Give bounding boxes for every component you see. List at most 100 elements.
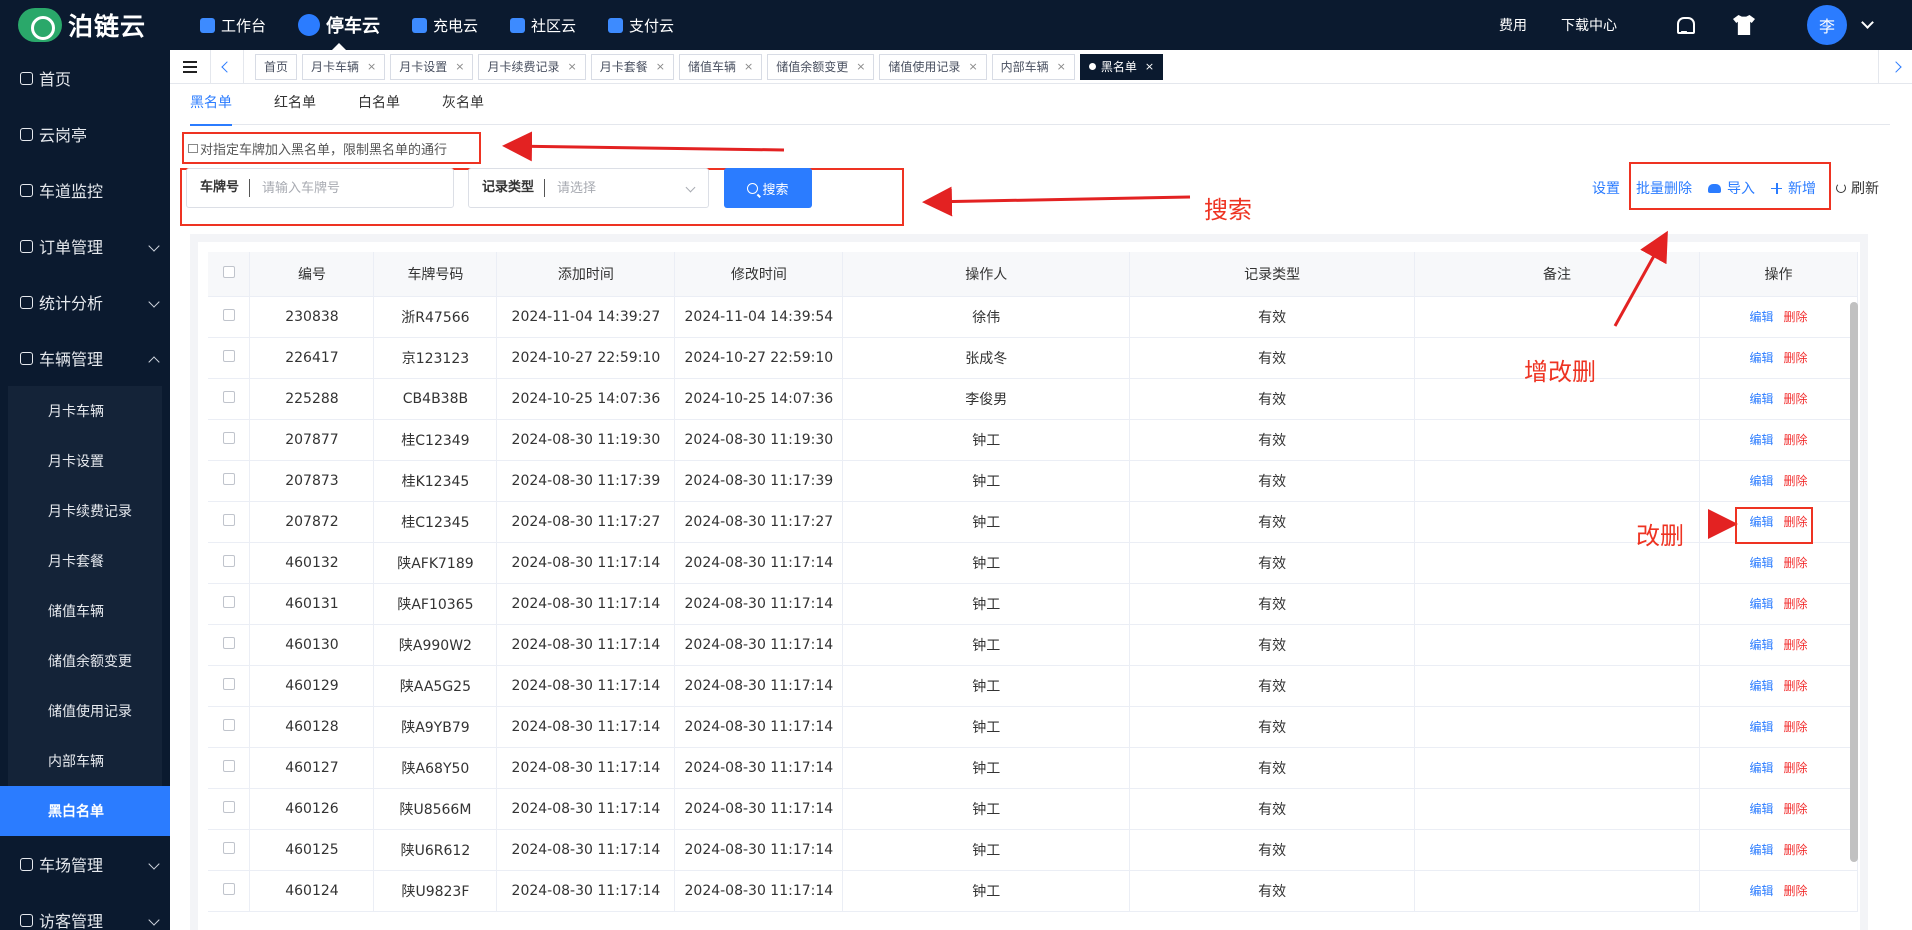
delete-button[interactable]: 删除 bbox=[1784, 392, 1808, 406]
edit-button[interactable]: 编辑 bbox=[1749, 720, 1773, 734]
tab-balance-changes[interactable]: 储值余额变更 × bbox=[767, 53, 875, 80]
delete-button[interactable]: 删除 bbox=[1784, 761, 1808, 775]
edit-button[interactable]: 编辑 bbox=[1749, 843, 1773, 857]
row-checkbox[interactable] bbox=[222, 390, 235, 403]
theme-shirt-icon[interactable] bbox=[1733, 15, 1755, 35]
row-checkbox[interactable] bbox=[222, 636, 235, 649]
menu-toggle-icon[interactable] bbox=[170, 50, 210, 84]
close-icon[interactable]: × bbox=[968, 60, 977, 73]
delete-button[interactable]: 删除 bbox=[1784, 843, 1808, 857]
topnav-community-cloud[interactable]: 社区云 bbox=[494, 0, 592, 50]
subtab-blacklist[interactable]: 黑名单 bbox=[190, 92, 232, 126]
edit-button[interactable]: 编辑 bbox=[1749, 474, 1773, 488]
column-header[interactable]: 备注 bbox=[1414, 252, 1700, 297]
sidebar-item-lane-monitor[interactable]: 车道监控 bbox=[0, 162, 170, 218]
close-icon[interactable]: × bbox=[744, 60, 753, 73]
sidebar-item-orders[interactable]: 订单管理 bbox=[0, 218, 170, 274]
edit-button[interactable]: 编辑 bbox=[1749, 392, 1773, 406]
edit-button[interactable]: 编辑 bbox=[1749, 761, 1773, 775]
column-header[interactable]: 操作 bbox=[1699, 252, 1858, 297]
tab-usage-records[interactable]: 储值使用记录 × bbox=[879, 53, 987, 80]
subtab-redlist[interactable]: 红名单 bbox=[274, 92, 316, 125]
delete-button[interactable]: 删除 bbox=[1784, 638, 1808, 652]
tab-blacklist[interactable]: 黑名单 × bbox=[1079, 53, 1164, 80]
chevron-down-icon[interactable] bbox=[685, 182, 696, 193]
tabs-scroll-left-button[interactable] bbox=[210, 49, 244, 84]
sidebar-item-vehicles[interactable]: 车辆管理 bbox=[0, 330, 170, 386]
edit-button[interactable]: 编辑 bbox=[1749, 638, 1773, 652]
plate-input[interactable] bbox=[250, 180, 421, 196]
sidebar-item-visitors[interactable]: 访客管理 bbox=[0, 892, 170, 930]
edit-button[interactable]: 编辑 bbox=[1749, 679, 1773, 693]
close-icon[interactable]: × bbox=[656, 60, 665, 73]
tab-internal-vehicles[interactable]: 内部车辆 × bbox=[991, 53, 1075, 80]
row-checkbox[interactable] bbox=[222, 759, 235, 772]
avatar[interactable]: 李 bbox=[1807, 5, 1847, 45]
close-icon[interactable]: × bbox=[1145, 60, 1154, 73]
tab-monthly-settings[interactable]: 月卡设置 × bbox=[390, 53, 474, 80]
edit-button[interactable]: 编辑 bbox=[1749, 433, 1773, 447]
sidebar-subitem-balance-changes[interactable]: 储值余额变更 bbox=[0, 636, 170, 686]
row-checkbox[interactable] bbox=[222, 513, 235, 526]
column-header[interactable]: 车牌号码 bbox=[373, 252, 498, 297]
tab-monthly-packages[interactable]: 月卡套餐 × bbox=[590, 53, 674, 80]
sidebar-subitem-monthly-renewals[interactable]: 月卡续费记录 bbox=[0, 486, 170, 536]
record-type-select[interactable] bbox=[545, 180, 666, 196]
sidebar-item-cloud-booth[interactable]: 云岗亭 bbox=[0, 106, 170, 162]
import-button[interactable]: 导入 bbox=[1708, 178, 1755, 198]
row-checkbox[interactable] bbox=[222, 841, 235, 854]
delete-button[interactable]: 删除 bbox=[1784, 679, 1808, 693]
row-checkbox[interactable] bbox=[222, 308, 235, 321]
tab-home[interactable]: 首页 bbox=[255, 53, 298, 80]
sidebar-item-parking-lot[interactable]: 车场管理 bbox=[0, 836, 170, 892]
subtab-whitelist[interactable]: 白名单 bbox=[358, 92, 400, 125]
close-icon[interactable]: × bbox=[1057, 60, 1066, 73]
chevron-down-icon[interactable] bbox=[1861, 16, 1874, 29]
column-header[interactable]: 编号 bbox=[249, 252, 375, 297]
row-checkbox[interactable] bbox=[222, 431, 235, 444]
sidebar-subitem-internal-vehicles[interactable]: 内部车辆 bbox=[0, 736, 170, 786]
sidebar-subitem-monthly-settings[interactable]: 月卡设置 bbox=[0, 436, 170, 486]
edit-button[interactable]: 编辑 bbox=[1749, 351, 1773, 365]
topnav-payment-cloud[interactable]: 支付云 bbox=[592, 0, 690, 50]
edit-button[interactable]: 编辑 bbox=[1749, 556, 1773, 570]
close-icon[interactable]: × bbox=[367, 60, 376, 73]
close-icon[interactable]: × bbox=[455, 60, 464, 73]
bell-icon[interactable] bbox=[1675, 15, 1695, 35]
topnav-charging-cloud[interactable]: 充电云 bbox=[396, 0, 494, 50]
delete-button[interactable]: 删除 bbox=[1784, 884, 1808, 898]
add-button[interactable]: 新增 bbox=[1771, 178, 1816, 198]
sidebar-item-home[interactable]: 首页 bbox=[0, 50, 170, 106]
subtab-greylist[interactable]: 灰名单 bbox=[442, 92, 484, 125]
row-checkbox[interactable] bbox=[222, 595, 235, 608]
sidebar-subitem-black-white-list[interactable]: 黑白名单 bbox=[0, 786, 170, 836]
column-header[interactable]: 修改时间 bbox=[674, 252, 844, 297]
close-icon[interactable]: × bbox=[568, 60, 577, 73]
edit-button[interactable]: 编辑 bbox=[1749, 310, 1773, 324]
row-checkbox[interactable] bbox=[222, 677, 235, 690]
column-header[interactable]: 操作人 bbox=[842, 252, 1131, 297]
tab-monthly-vehicles[interactable]: 月卡车辆 × bbox=[302, 53, 386, 80]
sidebar-subitem-monthly-packages[interactable]: 月卡套餐 bbox=[0, 536, 170, 586]
sidebar-subitem-stored-value-vehicles[interactable]: 储值车辆 bbox=[0, 586, 170, 636]
topnav-workbench[interactable]: 工作台 bbox=[184, 0, 282, 50]
sidebar-subitem-usage-records[interactable]: 储值使用记录 bbox=[0, 686, 170, 736]
tab-monthly-renewals[interactable]: 月卡续费记录 × bbox=[478, 53, 586, 80]
delete-button[interactable]: 删除 bbox=[1784, 351, 1808, 365]
refresh-button[interactable]: 刷新 bbox=[1836, 178, 1879, 198]
vertical-scrollbar[interactable] bbox=[1850, 302, 1858, 862]
delete-button[interactable]: 删除 bbox=[1784, 433, 1808, 447]
topnav-parking-cloud[interactable]: 停车云 bbox=[282, 0, 396, 50]
sidebar-item-statistics[interactable]: 统计分析 bbox=[0, 274, 170, 330]
column-header[interactable]: 记录类型 bbox=[1129, 252, 1416, 297]
edit-button[interactable]: 编辑 bbox=[1749, 597, 1773, 611]
delete-button[interactable]: 删除 bbox=[1784, 597, 1808, 611]
row-checkbox[interactable] bbox=[222, 349, 235, 362]
tab-stored-value-vehicles[interactable]: 储值车辆 × bbox=[678, 53, 763, 80]
search-button[interactable]: 搜索 bbox=[724, 168, 812, 208]
delete-button[interactable]: 删除 bbox=[1784, 556, 1808, 570]
settings-button[interactable]: 设置 bbox=[1592, 178, 1620, 198]
select-all-checkbox[interactable] bbox=[222, 265, 235, 278]
row-checkbox[interactable] bbox=[222, 882, 235, 895]
fees-link[interactable]: 费用 bbox=[1499, 15, 1527, 35]
